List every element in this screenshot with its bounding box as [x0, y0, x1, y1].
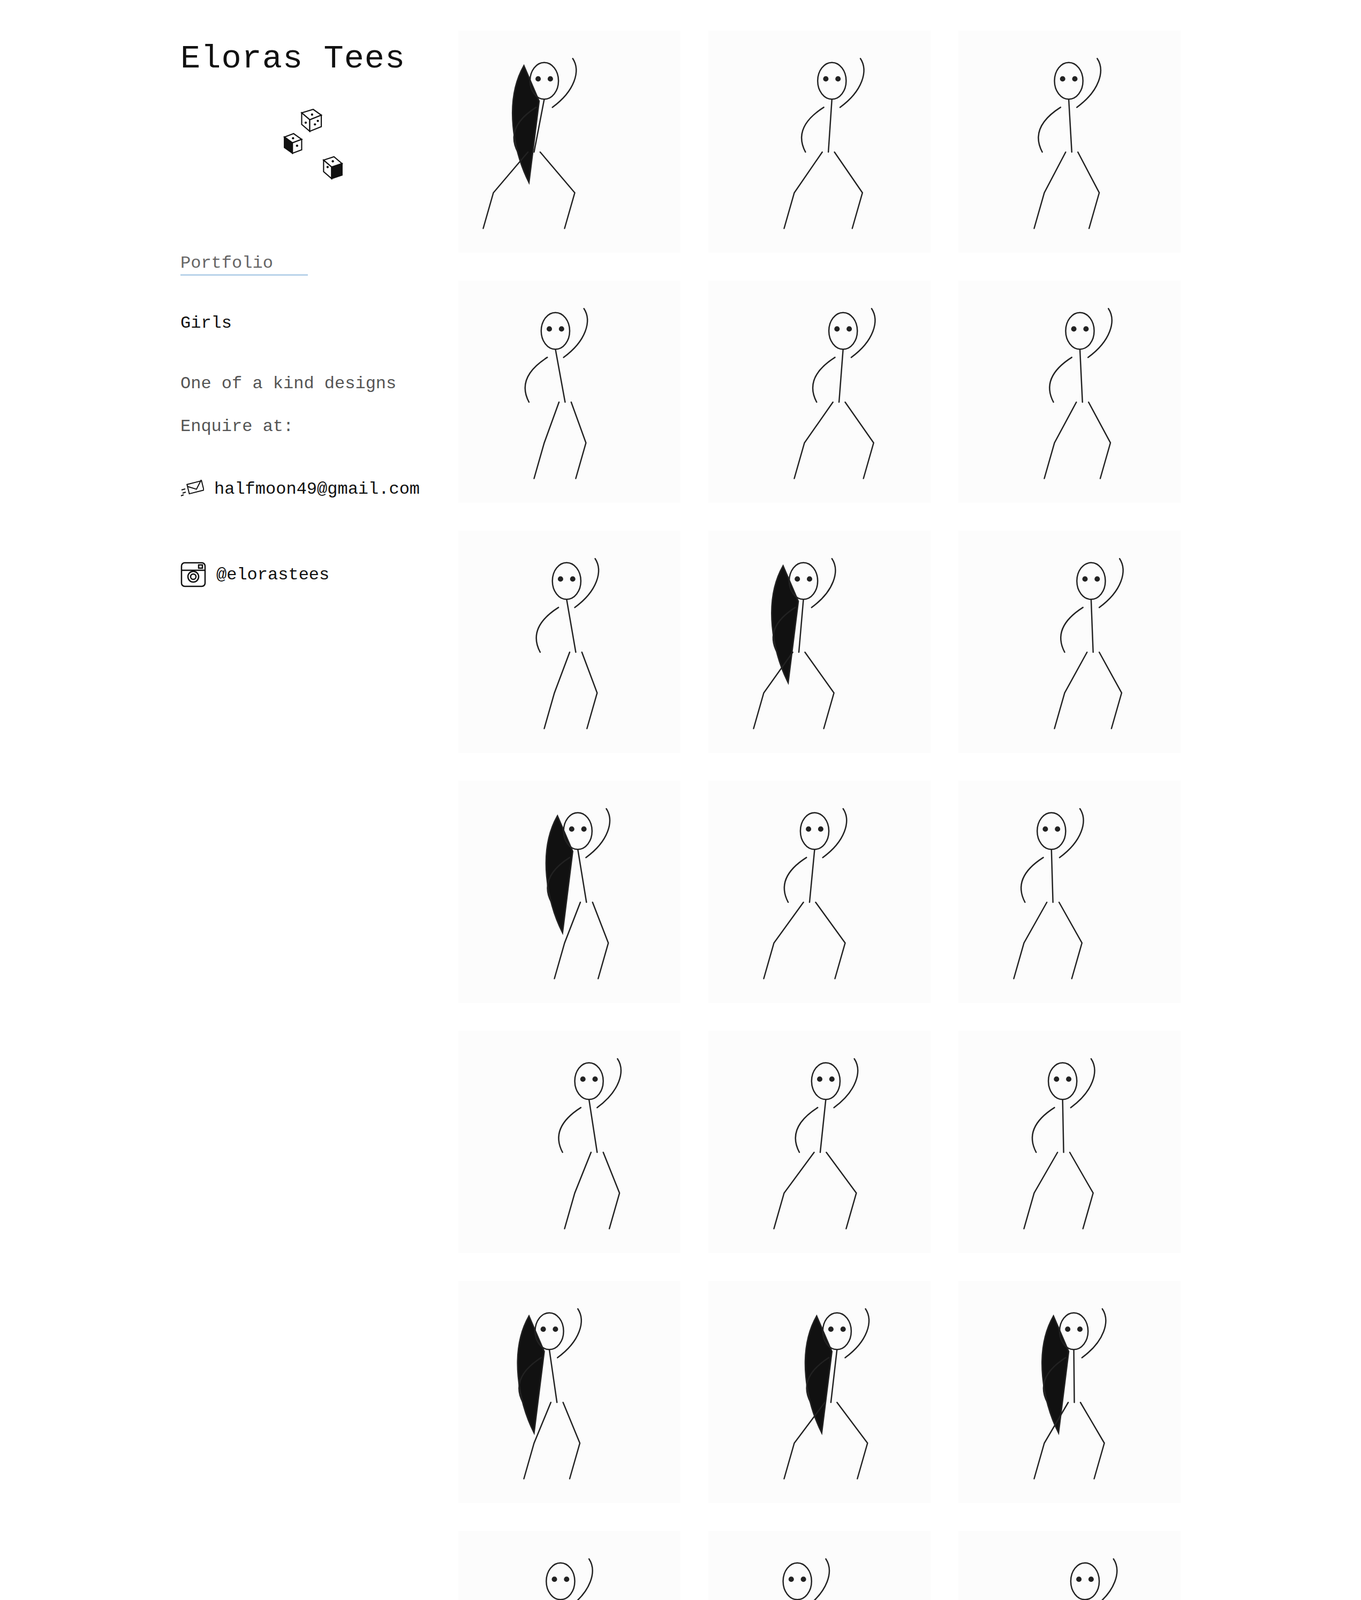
- description: One of a kind designs: [180, 373, 459, 395]
- instagram-contact[interactable]: @elorastees: [180, 561, 459, 588]
- artwork-image[interactable]: [458, 530, 681, 753]
- figure-drawing-icon: [717, 790, 922, 994]
- artwork-image[interactable]: [458, 280, 681, 503]
- artwork-image[interactable]: [708, 1030, 931, 1253]
- figure-drawing-icon: [467, 540, 672, 744]
- figure-drawing-icon: [717, 1290, 922, 1494]
- figure-drawing-icon: [467, 790, 672, 994]
- artwork-image[interactable]: [458, 1280, 681, 1503]
- figure-drawing-icon: [968, 790, 1172, 994]
- figure-drawing-icon: [467, 1040, 672, 1244]
- instagram-handle[interactable]: @elorastees: [216, 564, 330, 585]
- figure-drawing-icon: [968, 1040, 1172, 1244]
- figure-drawing-icon: [717, 40, 922, 244]
- artwork-image[interactable]: [458, 30, 681, 253]
- artwork-image[interactable]: [458, 780, 681, 1003]
- dice-logo-icon: [275, 107, 351, 183]
- email-text[interactable]: halfmoon49@gmail.com: [214, 479, 420, 499]
- site-title[interactable]: Eloras Tees: [180, 41, 459, 77]
- figure-drawing-icon: [717, 1540, 922, 1600]
- artwork-image[interactable]: [958, 1530, 1181, 1600]
- artwork-image[interactable]: [708, 530, 931, 753]
- nav-link[interactable]: Portfolio: [180, 252, 308, 276]
- envelope-icon: [180, 479, 204, 499]
- figure-drawing-icon: [968, 40, 1172, 244]
- figure-drawing-icon: [467, 1290, 672, 1494]
- email-contact[interactable]: halfmoon49@gmail.com: [180, 475, 459, 503]
- sidebar: Eloras Tees Portfolio Girls One of a kind d…: [0, 0, 459, 588]
- figure-drawing-icon: [467, 290, 672, 494]
- artwork-image[interactable]: [958, 530, 1181, 753]
- figure-drawing-icon: [717, 290, 922, 494]
- artwork-image[interactable]: [958, 30, 1181, 253]
- artwork-image[interactable]: [958, 1030, 1181, 1253]
- figure-drawing-icon: [717, 540, 922, 744]
- artwork-image[interactable]: [958, 780, 1181, 1003]
- figure-drawing-icon: [968, 1290, 1172, 1494]
- figure-drawing-icon: [968, 290, 1172, 494]
- artwork-image[interactable]: [708, 1530, 931, 1600]
- artwork-image[interactable]: [708, 30, 931, 253]
- artwork-image[interactable]: [958, 280, 1181, 503]
- artwork-image[interactable]: [708, 280, 931, 503]
- section-title[interactable]: Girls: [180, 312, 459, 335]
- artwork-grid: [458, 0, 1181, 1600]
- artwork-image[interactable]: [708, 780, 931, 1003]
- figure-drawing-icon: [968, 540, 1172, 744]
- portfolio-nav: Portfolio: [180, 252, 459, 276]
- artwork-image[interactable]: [708, 1280, 931, 1503]
- artwork-image[interactable]: [458, 1530, 681, 1600]
- figure-drawing-icon: [717, 1040, 922, 1244]
- figure-drawing-icon: [467, 1540, 672, 1600]
- figure-drawing-icon: [968, 1540, 1172, 1600]
- enquire-label: Enquire at:: [180, 416, 459, 438]
- artwork-image[interactable]: [958, 1280, 1181, 1503]
- artwork-image[interactable]: [458, 1030, 681, 1253]
- figure-drawing-icon: [467, 40, 672, 244]
- instagram-icon: [180, 561, 207, 588]
